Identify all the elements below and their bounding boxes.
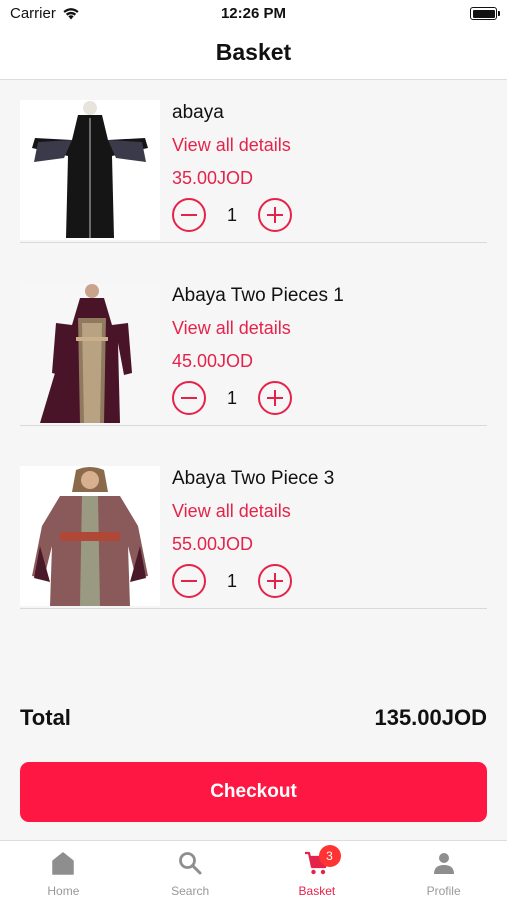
view-details-link[interactable]: View all details xyxy=(172,318,291,339)
cart-count-badge: 3 xyxy=(318,845,341,867)
item-name: Abaya Two Pieces 1 xyxy=(172,285,344,306)
tab-profile[interactable]: Profile xyxy=(380,841,507,900)
quantity-stepper: 1 xyxy=(172,197,292,233)
quantity-stepper: 1 xyxy=(172,563,292,599)
increase-quantity-button[interactable] xyxy=(258,381,292,415)
quantity-value: 1 xyxy=(226,204,237,225)
increase-quantity-button[interactable] xyxy=(258,564,292,598)
status-time: 12:26 PM xyxy=(220,5,287,22)
battery-icon xyxy=(470,7,500,20)
tab-label: Basket xyxy=(298,884,336,898)
view-details-link[interactable]: View all details xyxy=(172,501,291,522)
tab-label: Home xyxy=(47,884,80,898)
decrease-quantity-button[interactable] xyxy=(172,564,206,598)
item-price: 35.00JOD xyxy=(172,168,254,188)
product-image-graphic xyxy=(20,100,160,240)
home-icon xyxy=(52,852,75,875)
decrease-quantity-button[interactable] xyxy=(172,198,206,232)
search-icon xyxy=(179,852,202,875)
tab-label: Profile xyxy=(426,884,461,898)
decrease-quantity-button[interactable] xyxy=(172,381,206,415)
tab-label: Search xyxy=(171,884,210,898)
quantity-value: 1 xyxy=(226,387,237,408)
status-bar: Carrier 12:26 PM xyxy=(0,0,507,30)
basket-item: abaya View all details 35.00JOD 1 xyxy=(20,80,487,243)
basket-item: Abaya Two Pieces 1 View all details 45.0… xyxy=(20,263,487,426)
view-details-link[interactable]: View all details xyxy=(172,135,291,156)
profile-icon xyxy=(433,853,454,874)
product-image-graphic xyxy=(20,466,160,606)
quantity-value: 1 xyxy=(226,570,237,591)
tab-basket[interactable]: 3 Basket xyxy=(254,841,381,900)
product-image-graphic xyxy=(20,283,160,423)
total-value: 135.00JOD xyxy=(374,705,487,730)
tab-bar: Home Search 3 Basket Profile xyxy=(0,840,507,900)
item-price: 55.00JOD xyxy=(172,534,254,554)
tab-home[interactable]: Home xyxy=(0,841,127,900)
product-image[interactable] xyxy=(20,283,160,423)
item-price: 45.00JOD xyxy=(172,351,254,371)
quantity-stepper: 1 xyxy=(172,380,292,416)
page-title: Basket xyxy=(215,39,292,65)
item-name: Abaya Two Piece 3 xyxy=(172,468,335,489)
tab-search[interactable]: Search xyxy=(127,841,254,900)
increase-quantity-button[interactable] xyxy=(258,198,292,232)
nav-bar: Basket xyxy=(0,30,507,80)
basket-item: Abaya Two Piece 3 View all details 55.00… xyxy=(20,446,487,609)
product-image[interactable] xyxy=(20,466,160,606)
product-image[interactable] xyxy=(20,100,160,240)
item-name: abaya xyxy=(172,102,224,123)
checkout-button[interactable]: Checkout xyxy=(20,762,487,822)
total-label: Total xyxy=(20,705,71,730)
